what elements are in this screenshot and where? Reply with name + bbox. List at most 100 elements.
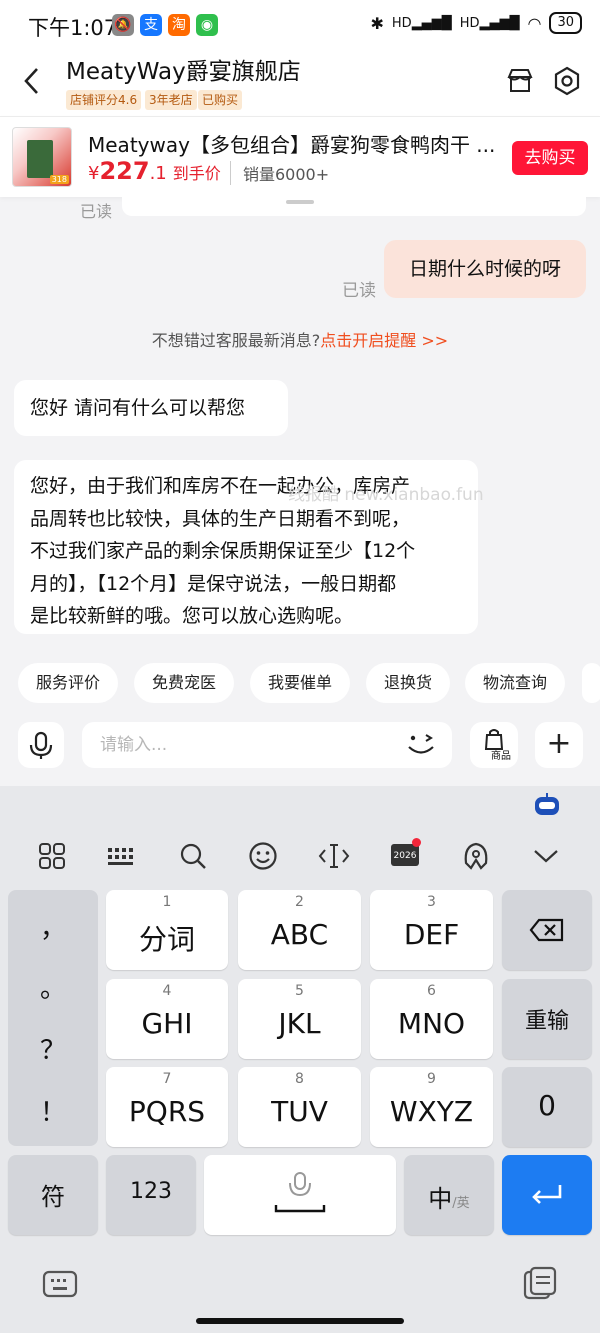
key-9-wxyz[interactable]: 9 WXYZ: [370, 1067, 493, 1147]
signal-icon: HD▂▄▆█: [391, 15, 452, 31]
gear-icon[interactable]: [551, 65, 583, 97]
microphone-icon: [274, 1172, 326, 1213]
read-receipt: 已读: [80, 202, 113, 221]
chat-header: MeatyWay爵宴旗舰店 店铺评分4.6 3年老店 已购买: [0, 52, 600, 116]
shop-name[interactable]: MeatyWay爵宴旗舰店: [66, 52, 301, 86]
clipboard-icon[interactable]: [522, 1266, 558, 1302]
key-number: 4: [162, 983, 172, 999]
buy-button[interactable]: 去购买: [512, 141, 588, 175]
backspace-key[interactable]: [502, 890, 592, 970]
chip-service-review[interactable]: 服务评价: [18, 663, 119, 703]
punct-exclaim-key[interactable]: ！: [8, 1092, 98, 1129]
emoji-icon[interactable]: [243, 838, 283, 874]
key-number: 3: [427, 894, 436, 910]
search-icon[interactable]: [173, 838, 213, 874]
chip-logistics[interactable]: 物流查询: [465, 663, 566, 703]
key-2-abc[interactable]: 2 ABC: [238, 890, 361, 970]
key-5-jkl[interactable]: 5 JKL: [238, 979, 361, 1059]
enter-key[interactable]: [502, 1155, 592, 1235]
chip-free-vet[interactable]: 免费宠医: [134, 663, 235, 703]
price-suffix: 到手价: [172, 164, 221, 183]
bluetooth-icon: ✱: [370, 13, 384, 33]
product-package-image: [27, 140, 53, 178]
key-3-def[interactable]: 3 DEF: [370, 890, 493, 970]
previous-message-bubble: [122, 196, 586, 216]
lang-cn-label: 中: [428, 1185, 453, 1213]
cursor-icon[interactable]: [314, 838, 354, 874]
key-4-ghi[interactable]: 4 GHI: [106, 979, 228, 1059]
key-label: GHI: [141, 1007, 193, 1040]
product-card[interactable]: 318 Meatyway【多包组合】爵宴狗零食鸭肉干 ... ¥227.1 到手价…: [0, 116, 600, 197]
chevron-left-icon[interactable]: [22, 66, 42, 104]
keyboard-switch-icon[interactable]: [42, 1268, 78, 1300]
backspace-icon: [529, 918, 564, 942]
skin-icon[interactable]: [456, 838, 496, 874]
product-price: ¥227.1 到手价: [88, 157, 221, 185]
sales-count: 销量6000+: [230, 161, 329, 185]
punct-period-key[interactable]: 。: [8, 968, 98, 1005]
assistant-robot-icon[interactable]: [532, 792, 562, 818]
keyboard-icon[interactable]: [102, 838, 142, 874]
key-label: JKL: [278, 1007, 321, 1040]
signal-icon-2: HD▂▄▆█: [459, 15, 520, 31]
android-icon: ◉: [196, 14, 218, 36]
goods-button[interactable]: 商品: [470, 722, 518, 768]
key-8-tuv[interactable]: 8 TUV: [238, 1067, 361, 1147]
plus-button[interactable]: +: [535, 722, 583, 768]
key-label: DEF: [403, 918, 460, 951]
enable-reminder-link[interactable]: 点击开启提醒 >>: [320, 331, 448, 350]
key-6-mno[interactable]: 6 MNO: [370, 979, 493, 1059]
key-label: WXYZ: [389, 1095, 474, 1128]
key-0[interactable]: 0: [502, 1067, 592, 1147]
message-line: 品周转也比较快，具体的生产日期看不到呢，: [30, 507, 411, 530]
agent-message-bubble[interactable]: 您好 请问有什么可以帮您: [14, 380, 288, 436]
status-time: 下午1:07: [28, 16, 118, 40]
notification-prompt: 不想错过客服最新消息?点击开启提醒 >>: [0, 327, 600, 351]
ime-keyboard: 2026 ， 。 ？ ！ 1 分词 2 ABC 3 DEF 4 GHI 5 JK…: [0, 786, 600, 1333]
calendar-year: 2026: [391, 844, 419, 866]
chip-more[interactable]: [582, 663, 600, 703]
key-1-segment[interactable]: 1 分词: [106, 890, 228, 970]
tag-purchased: 已购买: [198, 90, 243, 110]
punct-question-key[interactable]: ？: [8, 1030, 98, 1067]
apps-icon[interactable]: [32, 838, 72, 874]
product-thumbnail[interactable]: 318: [12, 127, 72, 187]
notice-text: 不想错过客服最新消息?: [151, 331, 321, 350]
chip-urge-order[interactable]: 我要催单: [250, 663, 351, 703]
home-indicator[interactable]: [196, 1318, 404, 1324]
voice-input-button[interactable]: [18, 722, 64, 768]
my-message-bubble[interactable]: 日期什么时候的呀: [384, 240, 586, 298]
drag-handle[interactable]: [286, 200, 314, 204]
key-label: TUV: [271, 1095, 328, 1128]
key-7-pqrs[interactable]: 7 PQRS: [106, 1067, 228, 1147]
notification-dot: [412, 838, 421, 847]
key-number: 9: [427, 1071, 436, 1087]
reinput-key[interactable]: 重输: [502, 979, 592, 1059]
price-symbol: ¥: [88, 163, 100, 184]
punct-comma-key[interactable]: ，: [8, 908, 98, 945]
battery-icon: 30: [549, 12, 582, 34]
key-label: 0: [538, 1089, 556, 1122]
numbers-key[interactable]: 123: [106, 1155, 196, 1235]
product-title[interactable]: Meatyway【多包组合】爵宴狗零食鸭肉干 ...: [88, 129, 508, 158]
wink-emoji-icon[interactable]: [404, 732, 438, 763]
chip-return-exchange[interactable]: 退换货: [366, 663, 451, 703]
thumbnail-badge: 318: [49, 175, 69, 184]
mute-icon: 🔕: [112, 14, 134, 36]
price-decimal: .1: [149, 163, 167, 184]
key-label: 分词: [138, 923, 195, 956]
space-key[interactable]: [204, 1155, 396, 1235]
tag-shop-score: 店铺评分4.6: [66, 90, 142, 110]
chevron-down-icon[interactable]: [526, 838, 566, 874]
calendar-2026-icon[interactable]: 2026: [385, 838, 425, 874]
message-input[interactable]: [82, 722, 452, 768]
key-number: 1: [162, 894, 172, 910]
key-number: 2: [295, 894, 304, 910]
key-label: ABC: [270, 918, 329, 951]
quick-action-chips: 服务评价 免费宠医 我要催单 退换货 物流查询: [0, 663, 600, 705]
microphone-icon: [29, 731, 53, 759]
store-icon[interactable]: [504, 65, 536, 97]
language-switch-key[interactable]: 中/英: [404, 1155, 494, 1235]
symbols-key[interactable]: 符: [8, 1155, 98, 1235]
wifi-icon: ◠: [527, 13, 542, 33]
